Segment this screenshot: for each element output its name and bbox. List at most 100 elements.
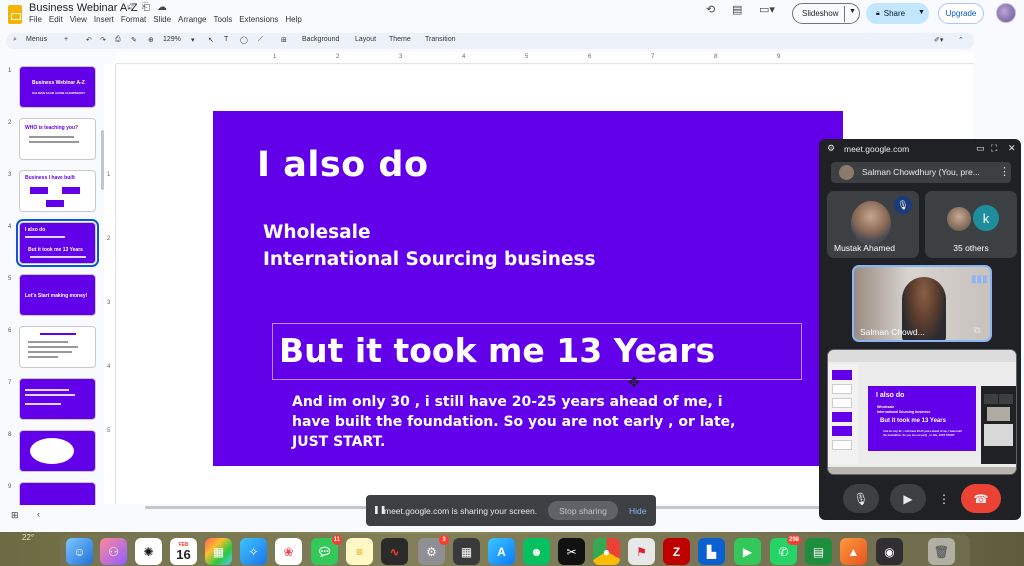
messages-icon[interactable]: 💬︎ 11 [311,535,342,565]
menu-extensions[interactable]: Extensions [239,15,278,24]
undo-icon[interactable]: ↶ [86,36,92,44]
hide-button[interactable]: Hide [629,506,646,516]
filmstrip-scrollbar[interactable] [101,130,104,190]
menu-slide[interactable]: Slide [153,15,171,24]
shared-screen-preview[interactable]: I also do Wholesale International Sourci… [827,349,1017,475]
fullscreen-icon[interactable]: ⛶ [991,143,997,154]
slide-thumbnail[interactable] [19,482,96,505]
presenter-pill[interactable]: Salman Chowdhury (You, pre... ⋮ [831,162,1011,183]
select-icon[interactable]: ↖ [208,36,214,44]
collapse-icon[interactable]: ⌃ [958,36,964,44]
slide-thumbnail[interactable]: Business I have built [19,170,96,212]
menu-help[interactable]: Help [285,15,301,24]
star-icon[interactable]: ☆ [126,2,142,13]
mic-button[interactable]: 🎙︎ [843,484,879,513]
menu-format[interactable]: Format [121,15,146,24]
pen-icon[interactable]: ✐▾ [934,36,943,44]
slide-thumbnail-selected[interactable]: I also do But it took me 13 Years [16,219,99,267]
slideshow-button[interactable]: Slideshow ▼ [792,3,860,24]
stop-sharing-button[interactable]: Stop sharing [548,501,618,520]
finder-icon[interactable]: ☺ [66,538,93,565]
paint-format-icon[interactable]: ✎ [131,36,137,44]
line-icon[interactable]: ⟋ [258,36,263,44]
launchpad-icon[interactable]: ▦ [205,538,232,565]
chevron-down-icon[interactable]: ▼ [918,9,925,16]
comment-add-icon[interactable]: ⊞ [281,36,287,44]
participant-tile-others[interactable]: k 35 others [925,191,1017,258]
slide-thumbnail[interactable]: WHO is teaching you? [19,118,96,160]
chevron-down-icon[interactable]: ▾ [191,36,195,44]
system-settings-icon[interactable]: ⚙ 3 [418,535,449,565]
app-store-icon[interactable]: A [488,538,515,565]
sheets-icon[interactable]: ▤ [805,538,832,565]
whatsapp-icon[interactable]: ✆ 298 [770,535,801,565]
slide-subtitle[interactable]: Wholesale International Sourcing busines… [263,219,596,273]
new-slide-icon[interactable]: + [64,36,68,43]
background-button[interactable]: Background [302,36,339,43]
menu-edit[interactable]: Edit [49,15,63,24]
zoom-icon[interactable]: ⊕ [148,36,154,44]
participant-tile-mustak[interactable]: 🎙︎ Mustak Ahamed [827,191,919,258]
craft-icon[interactable]: ⚇ [100,538,127,565]
collapse-panel-icon[interactable]: ‹ [37,509,40,519]
current-slide[interactable]: I also do Wholesale International Sourci… [213,111,843,466]
settings-sliders-icon[interactable]: ⚙ [827,143,835,154]
leave-call-button[interactable]: ☎ [961,484,1001,513]
more-vert-icon[interactable]: ⋮ [999,165,1010,178]
capcut-icon[interactable]: ✂ [558,538,585,565]
slide-thumbnail[interactable] [19,326,96,368]
slide-thumbnail[interactable]: Business Webinar A-Z SALMAN SAAD AUDIB C… [19,66,96,108]
slide-thumbnail[interactable] [19,378,96,420]
notes-icon[interactable]: ≡ [346,538,373,565]
close-icon[interactable]: ✕ [1008,143,1016,154]
chrome-icon[interactable]: ● [593,538,620,565]
slide-body[interactable]: And im only 30 , i still have 20-25 year… [292,392,742,452]
menus-search[interactable]: Menus [26,36,47,43]
facetime-icon[interactable]: ▶ [734,538,761,565]
textbox-icon[interactable]: T [224,36,228,43]
chatgpt-icon[interactable]: ✺ [135,538,162,565]
camera-button[interactable]: ▶ [890,484,926,513]
participant-tile-self[interactable]: ▮▮▮ Salman Chowd... ⧉ [852,265,992,342]
comments-icon[interactable]: ▤ [732,3,742,16]
safari-icon[interactable]: ✧ [240,538,267,565]
grid-view-icon[interactable]: ⊞ [11,510,19,521]
layout-button[interactable]: Layout [355,36,376,43]
print-icon[interactable]: ⎙ [115,36,121,44]
calculator-icon[interactable]: ▦ [453,538,480,565]
photos-icon[interactable]: ❀ [275,538,302,565]
slides-logo-icon[interactable] [8,5,22,24]
menu-insert[interactable]: Insert [94,15,114,24]
wechat-icon[interactable]: ☻ [523,538,550,565]
menu-view[interactable]: View [70,15,87,24]
pip-icon[interactable]: ▭ [976,143,985,154]
menu-tools[interactable]: Tools [214,15,233,24]
slide-thumbnail[interactable] [19,430,96,472]
more-options-icon[interactable]: ⋮ [937,484,951,513]
filezilla-icon[interactable]: Z [663,538,690,565]
slide-thumbnail[interactable]: Let's Start making money! [19,274,96,316]
pdf-app-icon[interactable]: ⚑ [628,538,655,565]
account-avatar[interactable] [996,3,1016,23]
redo-icon[interactable]: ↷ [100,36,106,44]
move-icon[interactable]: ⎗ [142,2,157,13]
menu-file[interactable]: File [29,15,42,24]
document-title[interactable]: Business Webinar A-Z [29,2,138,14]
chevron-down-icon[interactable]: ▼ [849,8,856,15]
obs-icon[interactable]: ◉ [876,538,903,565]
vlc-icon[interactable]: ▲ [840,538,867,565]
calendar-icon[interactable]: FEB 16 [170,538,197,565]
upgrade-button[interactable]: Upgrade [938,3,984,24]
voice-memos-icon[interactable]: ∿ [381,538,408,565]
slide-title[interactable]: I also do [257,145,429,185]
transition-button[interactable]: Transition [425,36,455,43]
theme-button[interactable]: Theme [389,36,411,43]
search-icon[interactable]: ⌕ [13,36,17,44]
history-icon[interactable]: ⟲ [706,3,715,16]
meet-video-icon[interactable]: ▭▾ [759,3,775,16]
share-button[interactable]: 🔒︎ Share ▼ [866,3,929,24]
menu-arrange[interactable]: Arrange [178,15,206,24]
zoom-select[interactable]: 129% [163,36,181,43]
cloud-icon[interactable]: ☁ [157,2,174,13]
trash-icon[interactable]: 🗑︎ [928,538,955,565]
